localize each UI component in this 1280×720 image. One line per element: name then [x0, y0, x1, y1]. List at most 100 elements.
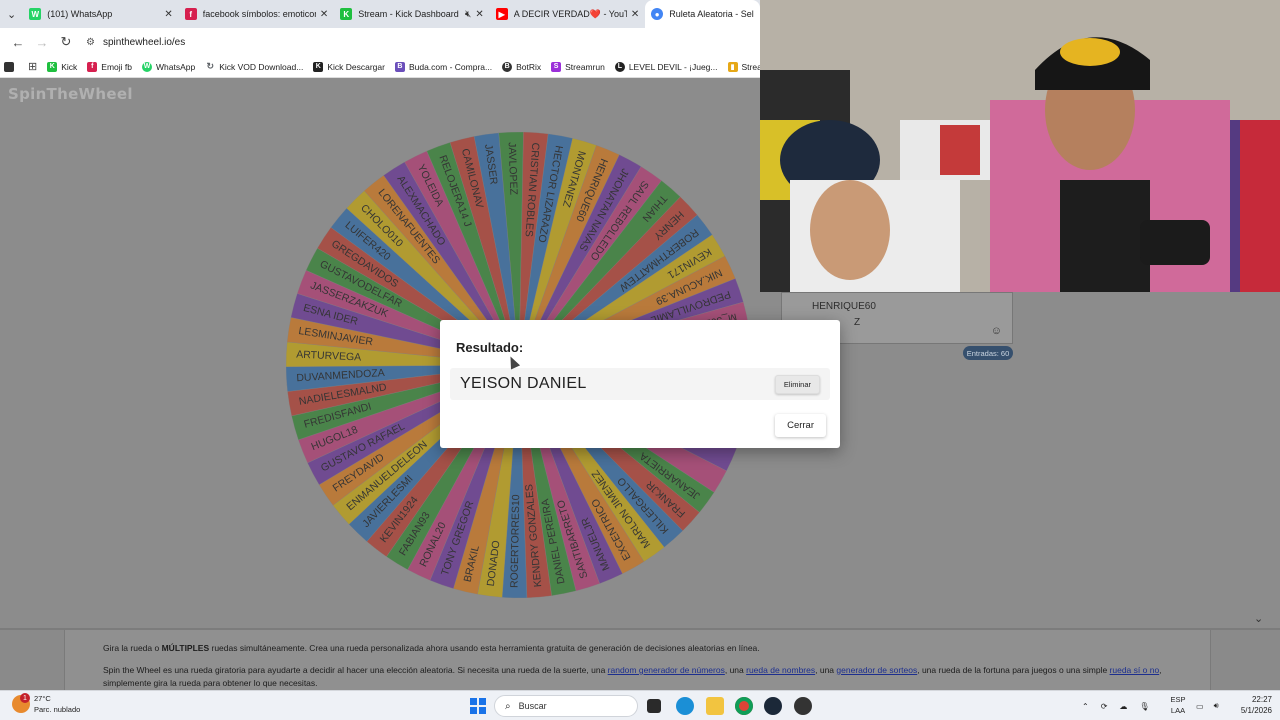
system-clock[interactable]: 22:27 5/1/2026	[1228, 694, 1272, 716]
site-settings-icon[interactable]: ⚙	[86, 37, 95, 48]
webcam-overlay	[760, 0, 1280, 292]
text-bold: MÚLTIPLES	[161, 643, 210, 653]
close-tab-icon[interactable]: ✕	[164, 9, 172, 20]
network-icon[interactable]: ▭	[1196, 702, 1204, 711]
volume-icon[interactable]: 🔊︎	[1214, 701, 1219, 711]
system-tray-right: ▭ 🔊︎	[1196, 691, 1219, 720]
url-text: spinthewheel.io/es	[102, 36, 186, 48]
bookmark-label: Kick VOD Download...	[219, 61, 304, 72]
cloud-icon[interactable]: ☁	[1119, 702, 1127, 711]
entry-item: HENRIQUE60	[812, 301, 876, 312]
taskbar-search-input[interactable]: ⌕ Buscar	[494, 695, 638, 717]
tab-title: A DECIR VERDAD❤️ - YouTube	[513, 8, 627, 19]
text: , una	[815, 665, 837, 675]
windows-start-icon[interactable]	[469, 697, 487, 715]
search-placeholder: Buscar	[518, 701, 547, 711]
file-explorer-icon[interactable]	[706, 697, 724, 715]
botrix-icon: B	[502, 61, 513, 72]
chrome-icon[interactable]	[735, 697, 753, 715]
system-tray: ⌃ ⟳ ☁ 🎙︎	[1082, 691, 1150, 720]
close-dialog-button[interactable]: Cerrar	[775, 414, 826, 437]
chevron-up-icon[interactable]: ⌃	[1082, 702, 1089, 711]
bookmarks-bar: ⊞ K Kick f Emoji fb W WhatsApp ↻ Kick VOD Do…	[0, 56, 760, 78]
app-icon[interactable]	[794, 697, 812, 715]
url-field[interactable]: ⚙ spinthewheel.io/es	[86, 36, 186, 48]
tab-search-icon[interactable]: ⌄	[0, 0, 23, 28]
chrome-page-icon: ●	[651, 8, 664, 20]
microphone-icon[interactable]: 🎙︎	[1139, 702, 1149, 711]
tab-kick-dashboard[interactable]: K Stream - Kick Dashboard 🔇︎ ✕	[334, 0, 489, 28]
bookmark-streamers[interactable]: ▮StreamerS	[727, 61, 760, 72]
bookmark-emoji-fb[interactable]: f Emoji fb	[87, 61, 132, 72]
language-indicator[interactable]: ESP LAA	[1166, 694, 1190, 716]
kick-descargar-icon: K	[313, 61, 324, 72]
clock-date: 5/1/2026	[1240, 706, 1272, 715]
description-paragraph-1: Gira la rueda o MÚLTIPLES ruedas simultá…	[103, 642, 1172, 655]
close-tab-icon[interactable]: ✕	[475, 9, 483, 20]
chevron-down-icon[interactable]: ⌄	[1254, 612, 1263, 625]
smile-icon[interactable]: ☺	[991, 323, 1002, 339]
tab-title: facebook símbolos: emoticones	[202, 9, 316, 19]
windows-taskbar: 1 27°C Parc. nublado ⌕ Buscar ⌃ ⟳ ☁ 🎙︎ E…	[0, 690, 1280, 720]
dialog-title: Resultado:	[456, 340, 524, 355]
tab-facebook[interactable]: f facebook símbolos: emoticones ✕	[179, 0, 334, 28]
remove-winner-button[interactable]: Eliminar	[774, 374, 820, 394]
close-tab-icon[interactable]: ✕	[320, 9, 328, 20]
edge-browser-icon[interactable]	[676, 697, 694, 715]
tab-ruleta-aleatoria[interactable]: ● Ruleta Aleatoria - Sele	[645, 0, 760, 28]
clock-time: 22:27	[1251, 695, 1272, 704]
forward-arrow-icon[interactable]: →	[30, 30, 54, 54]
language-code: ESP	[1170, 695, 1186, 704]
keyboard-layout: LAA	[1170, 706, 1186, 715]
browser-tab-strip: ⌄ W (101) WhatsApp ✕ f facebook símbolos…	[0, 0, 760, 28]
tab-title: Ruleta Aleatoria - Sele	[669, 9, 754, 19]
description-paragraph-2: Spin the Wheel es una rueda giratoria pa…	[103, 664, 1172, 690]
link-raffle-generator[interactable]: generador de sorteos	[836, 665, 917, 675]
steam-icon[interactable]	[764, 697, 782, 715]
refresh-icon: ↻	[205, 61, 216, 72]
buda-icon: B	[394, 61, 405, 72]
text: Spin the Wheel es una rueda giratoria pa…	[103, 665, 608, 675]
streamrun-icon: S	[551, 61, 562, 72]
bookmark-botrix[interactable]: B BotRix	[502, 61, 541, 72]
sync-icon[interactable]: ⟳	[1101, 702, 1108, 711]
task-view-icon[interactable]	[647, 699, 661, 713]
winner-name: YEISON DANIEL	[460, 375, 587, 392]
bookmark-label: WhatsApp	[156, 61, 196, 72]
bookmark-buda[interactable]: B Buda.com - Compra...	[394, 61, 493, 72]
back-arrow-icon[interactable]: ←	[6, 30, 30, 54]
bookmark-kick-vod[interactable]: ↻ Kick VOD Download...	[205, 61, 304, 72]
site-logo[interactable]: SpinTheWheel	[8, 85, 133, 103]
weather-widget[interactable]: 1 27°C Parc. nublado	[12, 693, 80, 715]
reload-icon[interactable]: ↻	[54, 30, 78, 54]
link-number-generator[interactable]: random generador de números	[608, 665, 725, 675]
bookmark-label: Buda.com - Compra...	[408, 61, 493, 72]
bookmark-kick[interactable]: K Kick	[47, 61, 77, 72]
text: ruedas simultáneamente. Crea una rueda p…	[209, 643, 760, 653]
address-bar-row: ← → ↻ ⚙ spinthewheel.io/es	[0, 28, 760, 56]
whatsapp-icon: W	[142, 61, 152, 72]
tab-youtube[interactable]: ▶ A DECIR VERDAD❤️ - YouTube ✕	[490, 0, 645, 28]
text: , una	[724, 665, 747, 675]
bookmark-level-devil[interactable]: L LEVEL DEVIL - ¡Jueg...	[614, 61, 718, 72]
bookmark-kick-descargar[interactable]: K Kick Descargar	[313, 61, 385, 72]
bookmark-folder-icon[interactable]	[4, 61, 18, 72]
link-name-wheel[interactable]: rueda de nombres	[746, 665, 815, 675]
tab-title: Stream - Kick Dashboard	[358, 9, 459, 19]
close-tab-icon[interactable]: ✕	[631, 9, 639, 20]
apps-grid-icon[interactable]: ⊞	[28, 60, 37, 73]
youtube-icon: ▶	[495, 8, 508, 20]
level-devil-icon: L	[614, 61, 625, 72]
link-yes-no-wheel[interactable]: rueda sí o no	[1110, 665, 1160, 675]
description-section: Gira la rueda o MÚLTIPLES ruedas simultá…	[64, 630, 1211, 690]
result-dialog: Resultado: YEISON DANIEL Eliminar Cerrar	[440, 320, 840, 448]
notification-badge: 1	[20, 693, 30, 703]
facebook-symbols-icon: f	[87, 61, 98, 72]
text: Gira la rueda o	[103, 643, 162, 653]
tab-whatsapp[interactable]: W (101) WhatsApp ✕	[23, 0, 178, 28]
winner-row: YEISON DANIEL Eliminar	[450, 368, 830, 400]
mute-tab-icon[interactable]: 🔇︎	[465, 9, 471, 20]
bookmark-streamrun[interactable]: S Streamrun	[551, 61, 605, 72]
bookmark-whatsapp[interactable]: W WhatsApp	[142, 61, 196, 72]
tab-title: (101) WhatsApp	[47, 9, 113, 19]
